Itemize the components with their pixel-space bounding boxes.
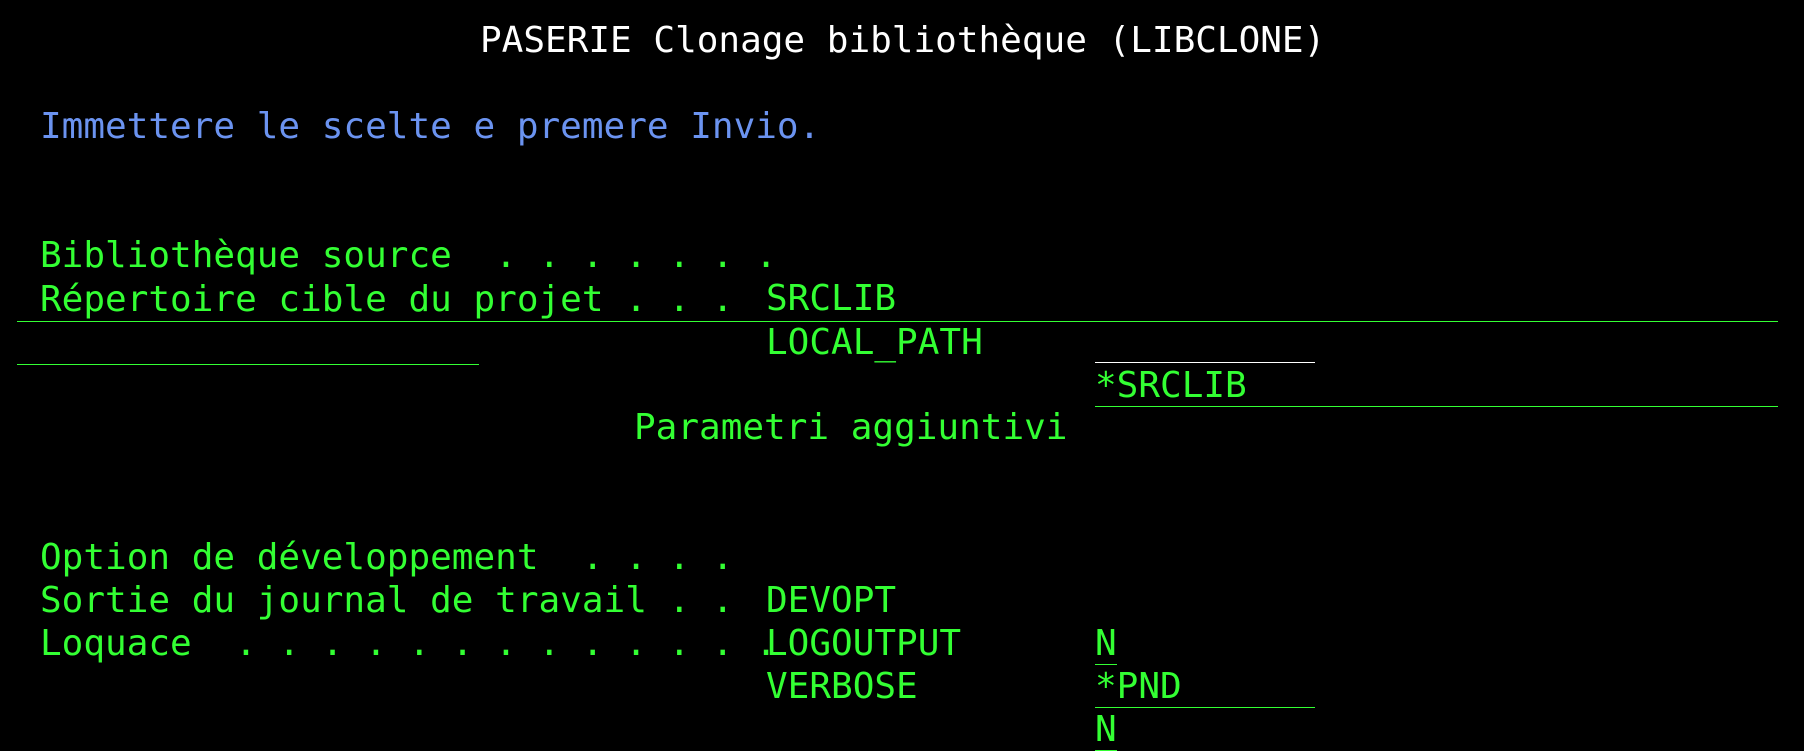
param-keyword-verbose: VERBOSE <box>766 666 918 707</box>
param-keyword-logoutput: LOGOUTPUT <box>766 623 962 664</box>
devopt-input[interactable]: N <box>1095 622 1117 665</box>
param-label-devopt: Option de développement . . . . <box>40 537 734 578</box>
param-row-local-path: Répertoire cible du projet . . . LOCAL_P… <box>0 235 1778 407</box>
param-keyword-srclib: SRCLIB <box>766 278 897 319</box>
local-path-input-continuation-2[interactable] <box>17 364 479 365</box>
param-label-logoutput: Sortie du journal de travail . . <box>40 580 734 621</box>
param-row-verbose: Loquace . . . . . . . . . . . . . VERBOS… <box>0 579 1117 751</box>
param-row-logoutput: Sortie du journal de travail . . LOGOUTP… <box>0 536 1315 708</box>
param-row-srclib: Bibliothèque source . . . . . . . SRCLIB <box>0 191 1315 363</box>
param-keyword-devopt: DEVOPT <box>766 580 897 621</box>
section-title: Parametri aggiuntivi <box>634 407 1068 448</box>
local-path-input-continuation-1[interactable] <box>17 321 1778 322</box>
instruction-text: Immettere le scelte e premere Invio. <box>40 106 821 147</box>
local-path-input[interactable]: *SRCLIB <box>1095 364 1778 407</box>
param-label-srclib: Bibliothèque source . . . . . . . <box>40 235 777 276</box>
screen-title: PASERIE Clonage bibliothèque (LIBCLONE) <box>480 20 1326 61</box>
verbose-input[interactable]: N <box>1095 708 1117 751</box>
param-keyword-local-path: LOCAL_PATH <box>766 322 983 363</box>
logoutput-input[interactable]: *PND <box>1095 665 1315 708</box>
param-row-devopt: Option de développement . . . . DEVOPT N <box>0 493 1117 665</box>
param-label-verbose: Loquace . . . . . . . . . . . . . <box>40 623 777 664</box>
srclib-input[interactable] <box>1095 320 1315 363</box>
param-label-local-path: Répertoire cible du projet . . . <box>40 279 734 320</box>
